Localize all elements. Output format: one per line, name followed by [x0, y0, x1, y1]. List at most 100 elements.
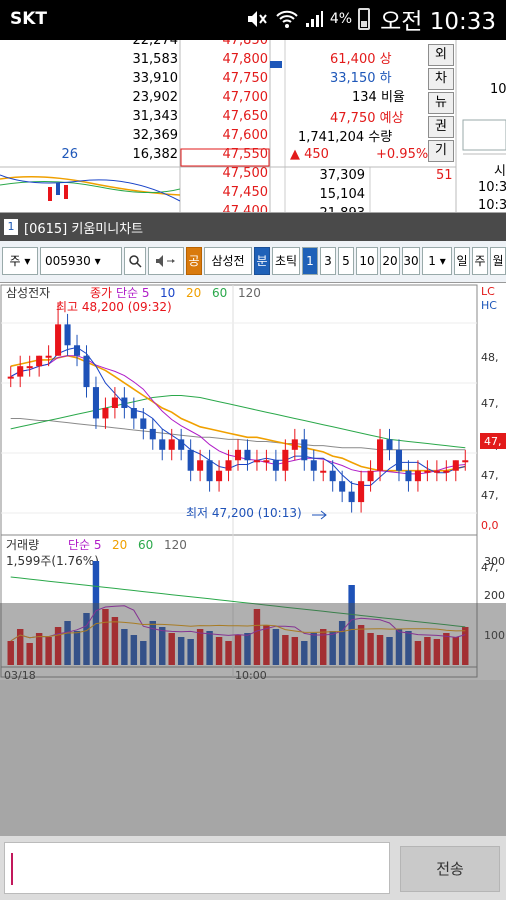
candle-body: [291, 439, 298, 450]
volume-legend-item: 20: [112, 538, 127, 552]
right-axis-label: 48,: [481, 351, 499, 364]
candle-body: [187, 449, 194, 471]
right-partial-1: 10: [490, 82, 506, 97]
right-partial-2: 시: [494, 164, 506, 179]
candle-body: [73, 345, 81, 356]
week-button[interactable]: 주: [472, 247, 488, 275]
volume-chart-title: 거래량: [6, 538, 39, 552]
right-axis-label: 47,: [481, 469, 499, 482]
side-button[interactable]: 기: [428, 140, 454, 162]
message-input[interactable]: [4, 842, 390, 894]
interval-button[interactable]: 1: [302, 247, 318, 275]
sound-button[interactable]: [148, 247, 184, 275]
candle-body: [443, 470, 450, 473]
candle-body: [433, 470, 440, 473]
side-button[interactable]: 뉴: [428, 92, 454, 114]
window-title: [0615] 키움미니차트: [24, 222, 144, 237]
stock-name-field[interactable]: 삼성전: [204, 247, 252, 275]
interval-select[interactable]: 1 ▾: [422, 247, 452, 275]
orderbook-price: 47,450: [222, 185, 269, 200]
tick-button[interactable]: 초틱: [272, 247, 300, 275]
expected-price: 47,750 예상: [330, 111, 404, 126]
interval-button[interactable]: 20: [380, 247, 400, 275]
search-icon: [129, 255, 142, 268]
interval-button[interactable]: 5: [338, 247, 354, 275]
candle-body: [282, 449, 289, 471]
orderbook-price: 47,500: [222, 166, 269, 181]
day-button[interactable]: 일: [454, 247, 470, 275]
orderbook-row[interactable]: 32,369 47,600: [0, 126, 270, 145]
window-titlebar[interactable]: 1 [0615] 키움미니차트: [0, 213, 506, 241]
candle-body: [320, 470, 327, 473]
orderbook-row[interactable]: 31,343 47,650: [0, 107, 270, 126]
candle-body: [253, 460, 260, 463]
side-button[interactable]: 권: [428, 116, 454, 138]
month-button[interactable]: 월: [490, 247, 506, 275]
right-partial-3: 10:3: [478, 180, 506, 195]
right-axis-label: LC: [481, 285, 495, 298]
volume-legend-item: 60: [138, 538, 153, 552]
volume-axis-label: 300: [484, 555, 505, 568]
price-legend-item: 60: [212, 286, 227, 300]
candle-body: [329, 470, 336, 482]
orderbook-qty: 22,274: [132, 40, 179, 48]
minute-button[interactable]: 분: [254, 247, 270, 275]
orderbook-row[interactable]: 26 16,382 47,550: [0, 145, 270, 164]
candle-body: [178, 439, 185, 450]
candle-body: [395, 449, 403, 471]
change-percent: +0.95%: [376, 147, 429, 162]
orderbook-price: 47,600: [222, 128, 269, 143]
code-select[interactable]: 005930 ▾: [40, 247, 122, 275]
right-axis-label: 47,: [481, 489, 499, 502]
bid-quantity: 37,309: [319, 168, 366, 183]
chart-toolbar: 주 ▾ 005930 ▾ 공 삼성전 분 초틱 1 3 5 10 20 30 1 ▾ 일 …: [0, 241, 506, 283]
orderbook-price: 47,650: [222, 109, 269, 124]
volume-axis-label: 200: [484, 589, 505, 602]
orderbook-panel: 22,274 47,850 31,583 47,800 33,910 47,750 23,9…: [0, 40, 506, 212]
candle-body: [358, 481, 365, 503]
interval-button[interactable]: 3: [320, 247, 336, 275]
send-button[interactable]: 전송: [400, 846, 500, 892]
orderbook-row[interactable]: 23,902 47,700: [0, 88, 270, 107]
speaker-icon: [156, 255, 175, 267]
candle-body: [414, 470, 421, 482]
candle-body: [244, 449, 251, 461]
common-button[interactable]: 공: [186, 247, 202, 275]
small-chart-thumbnail: [0, 174, 180, 202]
candle-body: [130, 408, 137, 419]
orderbook-qty: 32,369: [132, 128, 179, 143]
orderbook-qty: 33,910: [132, 71, 179, 86]
search-button[interactable]: [124, 247, 146, 275]
orderbook-qty: 23,902: [132, 90, 179, 105]
status-bar: SKT 4% 오전 10:33: [0, 0, 506, 40]
candle-body: [140, 418, 147, 429]
orderbook-price: 47,800: [222, 52, 269, 67]
orderbook-price: 47,550: [222, 147, 269, 162]
orderbook-row[interactable]: 33,910 47,750: [0, 69, 270, 88]
side-button[interactable]: 차: [428, 68, 454, 90]
right-axis-label: 0,0: [481, 519, 499, 532]
orderbook-price: 47,700: [222, 90, 269, 105]
price-legend-item: 20: [186, 286, 201, 300]
interval-button[interactable]: 30: [402, 247, 420, 275]
orderbook-qty: 31,583: [132, 52, 179, 67]
signal-icon: [305, 11, 323, 27]
carrier-label: SKT: [10, 9, 48, 29]
side-button[interactable]: 외: [428, 44, 454, 66]
orderbook-row[interactable]: 31,583 47,800: [0, 50, 270, 69]
candle-body: [206, 460, 213, 482]
extra-value: 51: [436, 168, 453, 183]
candle-body: [168, 439, 175, 450]
candle-body: [377, 439, 384, 471]
candle-body: [405, 470, 412, 482]
candle-body: [452, 460, 459, 471]
volume-legend-item: 단순 5: [68, 538, 102, 552]
candle-body: [45, 355, 52, 358]
interval-button[interactable]: 10: [356, 247, 378, 275]
candle-body: [7, 376, 14, 379]
text-cursor: [11, 853, 13, 885]
price-legend-item: 10: [160, 286, 175, 300]
period-select[interactable]: 주 ▾: [2, 247, 38, 275]
candle-body: [263, 460, 270, 463]
orderbook-row[interactable]: 22,274 47,850: [0, 40, 270, 50]
